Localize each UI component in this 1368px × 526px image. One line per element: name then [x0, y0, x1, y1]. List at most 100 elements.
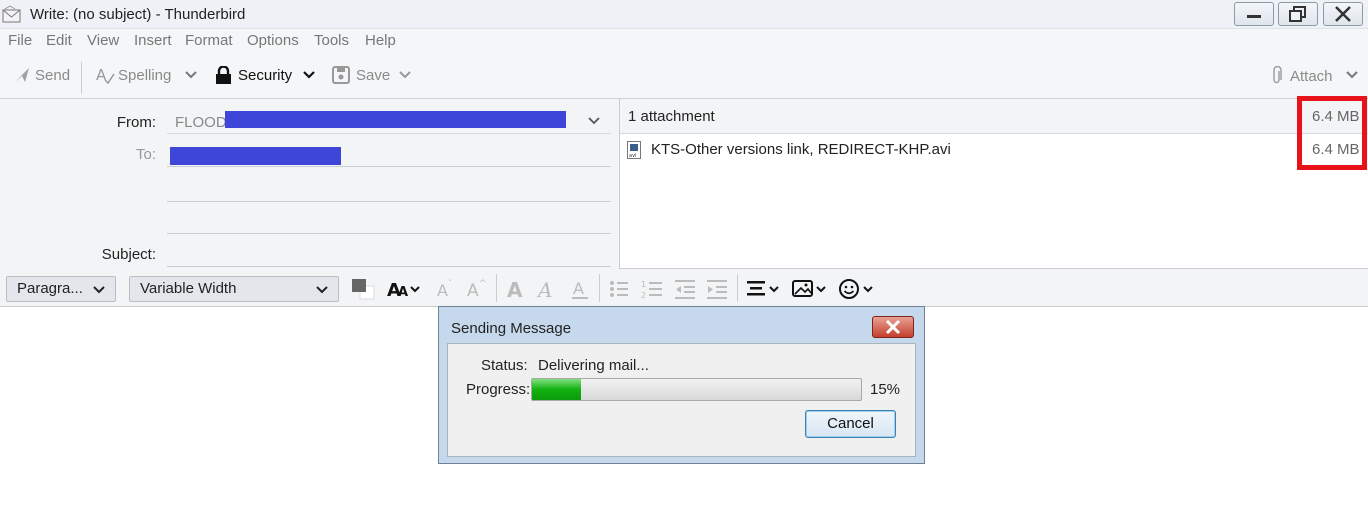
- chevron-down-icon: [588, 117, 600, 125]
- toolbar-separator: [737, 274, 738, 302]
- progress-bar-fill: [532, 379, 582, 400]
- bold-icon[interactable]: A: [506, 278, 528, 300]
- font-family-select[interactable]: Variable Width: [129, 276, 339, 302]
- attach-button[interactable]: Attach: [1270, 66, 1333, 86]
- title-bar: Write: (no subject) - Thunderbird: [0, 0, 1368, 29]
- chevron-down-icon: [93, 286, 105, 294]
- status-value: Delivering mail...: [538, 357, 649, 374]
- progress-percent: 15%: [870, 381, 901, 398]
- text-color-icon[interactable]: [351, 278, 377, 300]
- minimize-button[interactable]: [1234, 2, 1274, 26]
- save-dropdown[interactable]: [398, 66, 412, 84]
- insert-image-icon[interactable]: [792, 278, 830, 300]
- status-label: Status:: [481, 357, 528, 374]
- menu-options[interactable]: Options: [247, 32, 299, 49]
- chevron-down-icon: [185, 71, 197, 79]
- formatting-toolbar: Paragra... Variable Width AA Aˇ A ^ A A A…: [0, 269, 1368, 307]
- restore-button[interactable]: [1278, 2, 1318, 26]
- subject-input[interactable]: [167, 239, 611, 267]
- close-icon: [885, 319, 901, 335]
- toolbar-separator: [496, 274, 497, 302]
- recipient-row-divider: [167, 201, 611, 202]
- outdent-icon[interactable]: [674, 278, 696, 300]
- menu-bar: File Edit View Insert Format Options Too…: [0, 29, 1368, 54]
- progress-bar: [531, 378, 862, 401]
- attachment-count: 1 attachment: [628, 108, 715, 125]
- to-label: To:: [135, 146, 156, 163]
- security-dropdown[interactable]: [302, 66, 316, 84]
- recipient-row-divider: [167, 166, 611, 167]
- cancel-button[interactable]: Cancel: [805, 410, 896, 438]
- security-label: Security: [238, 67, 293, 84]
- attachment-header[interactable]: 1 attachment 6.4 MB: [620, 99, 1368, 134]
- chevron-down-icon: [1346, 71, 1358, 79]
- lock-icon: [216, 66, 231, 84]
- menu-help[interactable]: Help: [365, 32, 396, 49]
- menu-view[interactable]: View: [87, 32, 119, 49]
- security-button[interactable]: Security: [215, 66, 292, 85]
- menu-insert[interactable]: Insert: [134, 32, 172, 49]
- spelling-dropdown[interactable]: [184, 66, 198, 84]
- chevron-down-icon: [316, 286, 328, 294]
- send-button[interactable]: Send: [13, 66, 70, 84]
- menu-tools[interactable]: Tools: [314, 32, 349, 49]
- recipient-row-divider: [167, 233, 611, 234]
- svg-text:1: 1: [641, 280, 646, 289]
- menu-format[interactable]: Format: [185, 32, 233, 49]
- indent-icon[interactable]: [706, 278, 728, 300]
- from-value: FLOOD: [175, 114, 227, 131]
- from-select[interactable]: FLOOD: [167, 108, 611, 134]
- to-field[interactable]: [167, 139, 611, 167]
- bullet-list-icon[interactable]: [609, 278, 629, 300]
- send-icon: [15, 68, 29, 82]
- redacted-from-address: [225, 111, 566, 128]
- minimize-icon: [1247, 15, 1261, 18]
- save-label: Save: [356, 66, 391, 84]
- recipient-row-empty[interactable]: [167, 205, 611, 233]
- toolbar-separator: [81, 62, 82, 94]
- numbered-list-icon[interactable]: 12: [641, 278, 663, 300]
- from-label: From:: [116, 114, 156, 131]
- italic-icon[interactable]: A: [537, 278, 559, 300]
- chevron-down-icon: [399, 71, 411, 79]
- attachment-item[interactable]: avi KTS-Other versions link, REDIRECT-KH…: [620, 135, 1368, 165]
- progress-label: Progress:: [466, 381, 531, 398]
- attach-label: Attach: [1290, 67, 1333, 85]
- spelling-label: Spelling: [118, 66, 172, 84]
- size-highlight-box: [1297, 96, 1367, 170]
- dialog-body: Status: Delivering mail... Progress: 15%…: [447, 343, 916, 457]
- menu-edit[interactable]: Edit: [46, 32, 72, 49]
- svg-text:A: A: [507, 278, 523, 300]
- svg-text:A: A: [467, 281, 479, 300]
- window-title: Write: (no subject) - Thunderbird: [30, 6, 246, 23]
- save-button[interactable]: Save: [332, 66, 390, 84]
- redacted-recipient: [170, 147, 341, 165]
- svg-text:^: ^: [479, 279, 487, 289]
- paperclip-icon: [1273, 66, 1282, 84]
- svg-text:A: A: [437, 281, 448, 300]
- chevron-down-icon: [303, 71, 315, 79]
- window-close-button[interactable]: [1323, 2, 1363, 26]
- spelling-icon: A: [96, 66, 115, 84]
- sending-message-dialog: Sending Message Status: Delivering mail.…: [438, 306, 925, 464]
- svg-text:2: 2: [641, 291, 646, 300]
- font-size-icon[interactable]: AA: [386, 278, 422, 300]
- paragraph-format-select[interactable]: Paragra...: [6, 276, 116, 302]
- decrease-font-size-icon[interactable]: Aˇ: [436, 278, 458, 300]
- recipient-row-empty[interactable]: [167, 171, 611, 201]
- message-header: From: FLOOD To: Subject:: [0, 99, 620, 269]
- spelling-button[interactable]: A Spelling: [95, 66, 171, 84]
- menu-file[interactable]: File: [8, 32, 32, 49]
- svg-text:A: A: [398, 285, 408, 300]
- align-icon[interactable]: [746, 278, 782, 300]
- paragraph-format-value: Paragra...: [17, 280, 83, 297]
- dialog-close-button[interactable]: [872, 316, 914, 338]
- attach-dropdown[interactable]: [1345, 66, 1359, 84]
- avi-file-icon: avi: [627, 141, 641, 159]
- smiley-icon[interactable]: [838, 278, 878, 300]
- send-label: Send: [35, 66, 71, 84]
- svg-text:avi: avi: [629, 153, 636, 159]
- underline-icon[interactable]: A: [571, 278, 591, 300]
- subject-label: Subject:: [101, 246, 156, 263]
- increase-font-size-icon[interactable]: A ^: [466, 278, 488, 300]
